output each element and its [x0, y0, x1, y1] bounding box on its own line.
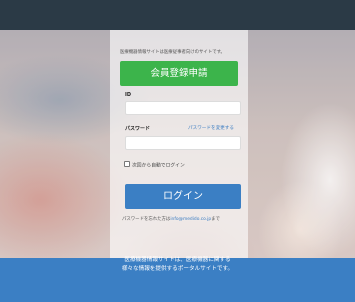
password-label: パスワード	[125, 126, 151, 132]
help-prefix: パスワードを忘れた方は	[122, 217, 171, 222]
auto-login-label: 次回から自動でログイン	[132, 163, 185, 169]
help-email-link[interactable]: info@medido.co.jp	[170, 217, 211, 222]
page: 医療機器情報サイトは医療従事者向けのサイトです。 会員登録申請 ID パスワード…	[0, 0, 355, 302]
top-bar	[0, 0, 355, 30]
login-panel: 医療機器情報サイトは医療従事者向けのサイトです。 会員登録申請 ID パスワード…	[110, 30, 248, 258]
id-label: ID	[125, 92, 132, 98]
site-notice: 医療機器情報サイトは医療従事者向けのサイトです。	[120, 50, 225, 55]
footer-line-1: 医療機器情報サイトは、医療機器に関する	[124, 257, 231, 263]
change-password-link[interactable]: パスワードを変更する	[188, 125, 234, 131]
help-suffix: まで	[211, 217, 220, 222]
password-input[interactable]	[125, 136, 241, 150]
password-help-text: パスワードを忘れた方はinfo@medido.co.jpまで	[122, 216, 220, 222]
auto-login-row[interactable]: 次回から自動でログイン	[124, 161, 185, 169]
id-input[interactable]	[125, 101, 241, 115]
login-button[interactable]: ログイン	[125, 184, 241, 209]
footer-line-2: 様々な情報を提供するポータルサイトです。	[121, 266, 234, 272]
register-button[interactable]: 会員登録申請	[120, 61, 238, 86]
auto-login-checkbox[interactable]	[124, 161, 130, 167]
